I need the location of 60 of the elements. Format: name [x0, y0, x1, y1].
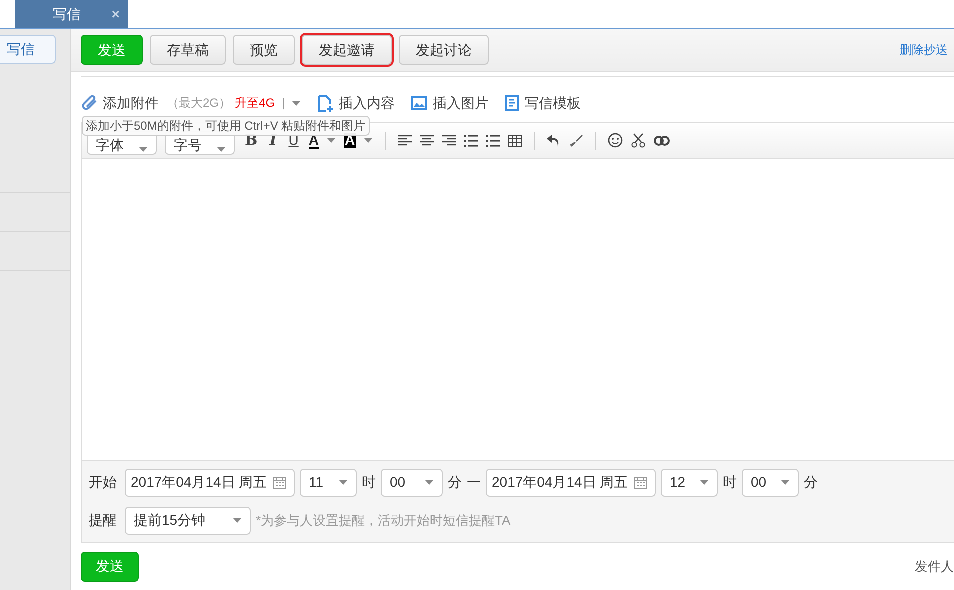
dropdown[interactable]: 11 [300, 468, 357, 496]
paperclip-icon [81, 95, 99, 111]
dropdown[interactable]: 提前15分钟 [125, 506, 251, 534]
align-center-icon[interactable] [420, 134, 434, 146]
minute-label: 分 [448, 473, 462, 492]
font-color-button[interactable]: A [308, 132, 319, 148]
toolbar-button[interactable]: 发起讨论 [399, 35, 489, 65]
image-icon [411, 96, 428, 110]
dropdown[interactable]: 12 [661, 468, 718, 496]
hour-label: 时 [362, 473, 376, 492]
insert-link[interactable]: 写信模板 [525, 92, 582, 114]
size-limit: （最大2G） [167, 95, 232, 112]
caret-icon [781, 480, 790, 485]
remind-note: *为参与人设置提醒，活动开始时短信提醒TA [256, 512, 511, 530]
caret-icon [292, 100, 302, 106]
table-icon[interactable] [508, 134, 522, 146]
caret-icon [326, 138, 336, 143]
scissors-icon[interactable] [631, 133, 646, 148]
sender-label: 发件人 [915, 558, 954, 576]
tab-title: 写信 [53, 4, 81, 24]
toolbar-button[interactable]: 存草稿 [150, 35, 226, 65]
date-field[interactable]: 2017年04月14日 周五 [125, 468, 295, 496]
document-icon [505, 95, 520, 111]
insert-link[interactable]: 插入图片 [433, 92, 490, 114]
toolbar-button[interactable]: 预览 [233, 35, 295, 65]
dropdown[interactable]: 00 [381, 468, 443, 496]
align-left-icon[interactable] [398, 134, 412, 146]
start-label: 开始 [89, 473, 117, 492]
caret-icon [217, 146, 226, 152]
caret-icon [139, 146, 148, 152]
upgrade-link[interactable]: 升至4G [235, 94, 276, 112]
brush-icon[interactable] [569, 134, 584, 148]
caret-icon [425, 480, 434, 485]
numbered-list-icon[interactable] [486, 134, 500, 146]
link-icon[interactable] [654, 136, 670, 146]
caret-icon [700, 480, 709, 485]
remove-cc-link[interactable]: 删除抄送 [900, 41, 948, 59]
tab[interactable]: 写信 × [15, 0, 128, 28]
add-document-icon [317, 94, 334, 112]
undo-icon[interactable] [547, 134, 562, 148]
separator-text: | [282, 95, 286, 112]
minute-label: 分 [804, 473, 818, 492]
caret-icon [339, 480, 348, 485]
dropdown[interactable]: 00 [742, 468, 799, 496]
insert-link[interactable]: 插入内容 [339, 92, 396, 114]
toolbar-button[interactable]: 发起邀请 [302, 35, 392, 65]
align-right-icon[interactable] [442, 134, 456, 146]
add-attachment-link[interactable]: 添加附件 [103, 92, 159, 114]
bullet-list-icon[interactable] [464, 134, 478, 146]
calendar-icon [273, 476, 288, 490]
hour-label: 时 [723, 473, 737, 492]
attachment-tooltip: 添加小于50M的附件，可使用 Ctrl+V 粘贴附件和图片 [82, 116, 370, 136]
caret-icon [233, 518, 242, 523]
caret-icon [364, 138, 374, 143]
date-field[interactable]: 2017年04月14日 周五 [486, 468, 656, 496]
compose-button[interactable]: 写信 [0, 35, 56, 64]
remind-label: 提醒 [89, 511, 117, 530]
range-dash: 一 [467, 473, 481, 492]
calendar-icon [634, 476, 648, 490]
smiley-icon[interactable] [608, 133, 624, 148]
